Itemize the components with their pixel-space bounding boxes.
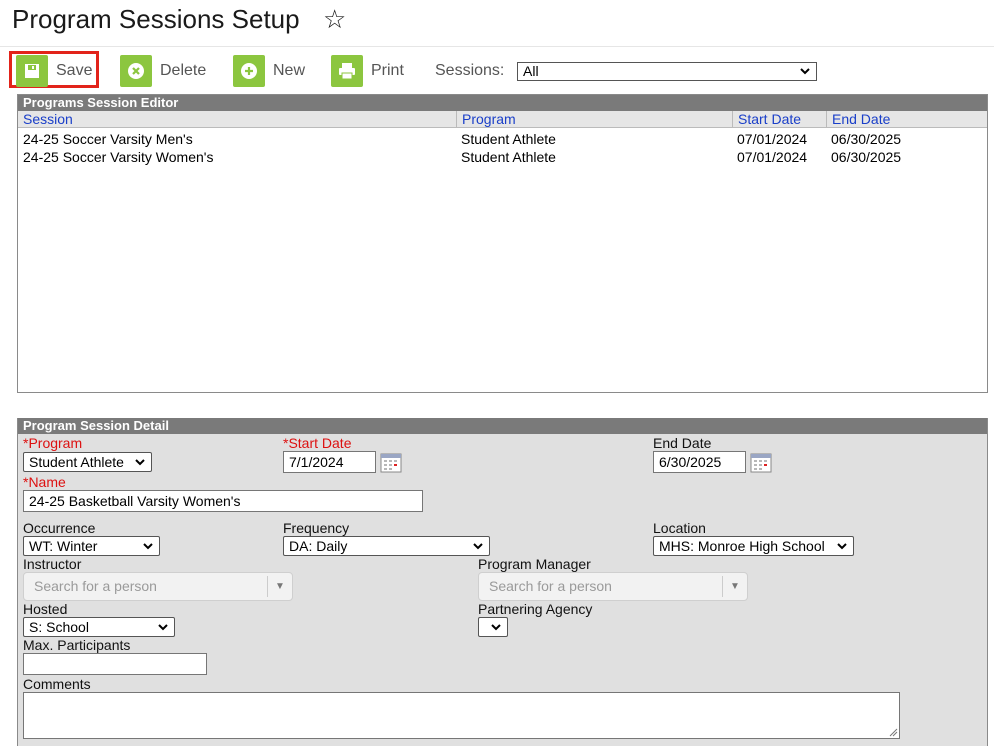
calendar-icon[interactable] <box>750 453 772 473</box>
chevron-down-icon <box>135 459 145 466</box>
start-date-field[interactable]: 7/1/2024 <box>283 451 376 473</box>
chevron-down-icon <box>473 543 483 550</box>
delete-button[interactable]: Delete <box>120 54 206 88</box>
program-manager-search[interactable]: Search for a person ▼ <box>478 572 748 601</box>
name-label: *Name <box>23 474 66 490</box>
new-label: New <box>273 62 306 79</box>
column-session[interactable]: Session <box>18 111 457 128</box>
program-manager-search-placeholder: Search for a person <box>489 578 612 594</box>
end-date-label: End Date <box>653 435 712 451</box>
program-select-value: Student Athlete <box>29 454 124 470</box>
column-end-date[interactable]: End Date <box>827 111 987 128</box>
chevron-down-icon <box>837 543 847 550</box>
hosted-select[interactable]: S: School <box>23 617 175 637</box>
cell-program: Student Athlete <box>461 149 556 165</box>
cell-start-date: 07/01/2024 <box>737 149 808 165</box>
print-icon <box>331 55 363 87</box>
name-field[interactable]: 24-25 Basketball Varsity Women's <box>23 490 423 512</box>
location-select[interactable]: MHS: Monroe High School <box>653 536 854 556</box>
max-participants-label: Max. Participants <box>23 637 131 653</box>
favorite-star-icon[interactable]: ☆ <box>323 4 346 35</box>
frequency-label: Frequency <box>283 520 350 536</box>
frequency-select-value: DA: Daily <box>289 538 348 554</box>
dropdown-arrow-icon[interactable]: ▼ <box>267 576 292 597</box>
chevron-down-icon <box>491 624 501 631</box>
save-icon <box>16 55 48 87</box>
column-start-date[interactable]: Start Date <box>733 111 827 128</box>
end-date-field[interactable]: 6/30/2025 <box>653 451 746 473</box>
program-session-detail: Program Session Detail *Program Student … <box>17 418 988 746</box>
detail-title: Program Session Detail <box>18 418 987 434</box>
new-button[interactable]: New <box>233 54 305 88</box>
instructor-label: Instructor <box>23 556 82 572</box>
cell-end-date: 06/30/2025 <box>831 131 902 147</box>
hosted-label: Hosted <box>23 601 68 617</box>
cell-session: 24-25 Soccer Varsity Women's <box>23 149 214 165</box>
add-icon <box>233 55 265 87</box>
instructor-search[interactable]: Search for a person ▼ <box>23 572 293 601</box>
print-button[interactable]: Print <box>331 54 404 88</box>
frequency-select[interactable]: DA: Daily <box>283 536 490 556</box>
sessions-select-value: All <box>523 63 539 79</box>
partnering-agency-label: Partnering Agency <box>478 601 593 617</box>
location-label: Location <box>653 520 706 536</box>
program-manager-label: Program Manager <box>478 556 591 572</box>
start-date-label: *Start Date <box>283 435 352 451</box>
chevron-down-icon <box>158 624 168 631</box>
cell-end-date: 06/30/2025 <box>831 149 902 165</box>
sessions-label: Sessions: <box>435 62 505 79</box>
comments-label: Comments <box>23 676 91 692</box>
occurrence-label: Occurrence <box>23 520 96 536</box>
program-label: *Program <box>23 435 83 451</box>
partnering-agency-select[interactable] <box>478 617 508 637</box>
chevron-down-icon <box>800 68 810 75</box>
editor-title: Programs Session Editor <box>18 95 987 111</box>
program-select[interactable]: Student Athlete <box>23 452 152 472</box>
resize-handle-icon[interactable] <box>888 727 898 737</box>
column-program[interactable]: Program <box>457 111 733 128</box>
save-button[interactable]: Save <box>16 54 92 88</box>
chevron-down-icon <box>143 543 153 550</box>
page-title: Program Sessions Setup <box>12 4 300 34</box>
print-label: Print <box>371 62 404 79</box>
location-select-value: MHS: Monroe High School <box>659 538 825 554</box>
calendar-icon[interactable] <box>380 453 402 473</box>
dropdown-arrow-icon[interactable]: ▼ <box>722 576 747 597</box>
save-label: Save <box>56 62 93 79</box>
hosted-select-value: S: School <box>29 619 89 635</box>
delete-label: Delete <box>160 62 207 79</box>
cell-start-date: 07/01/2024 <box>737 131 808 147</box>
comments-textarea[interactable] <box>23 692 900 739</box>
cell-session: 24-25 Soccer Varsity Men's <box>23 131 193 147</box>
max-participants-field[interactable] <box>23 653 207 675</box>
instructor-search-placeholder: Search for a person <box>34 578 157 594</box>
occurrence-select-value: WT: Winter <box>29 538 98 554</box>
title-divider <box>0 46 994 47</box>
programs-session-editor: Programs Session Editor Session Program … <box>17 94 988 393</box>
sessions-select[interactable]: All <box>517 62 817 81</box>
occurrence-select[interactable]: WT: Winter <box>23 536 160 556</box>
delete-icon <box>120 55 152 87</box>
cell-program: Student Athlete <box>461 131 556 147</box>
